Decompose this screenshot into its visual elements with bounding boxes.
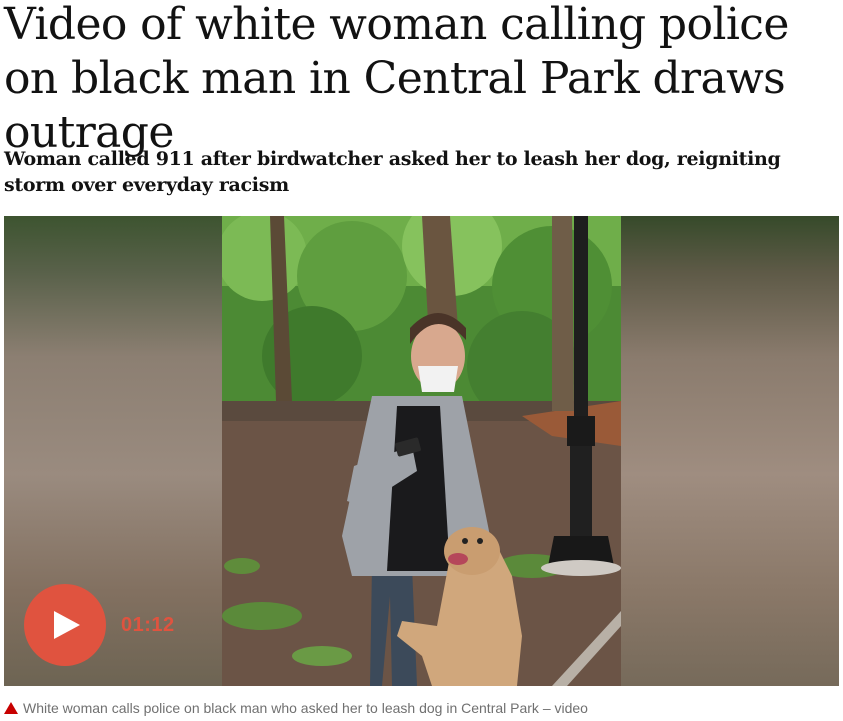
video-duration: 01:12 (121, 614, 175, 636)
video-player[interactable]: 01:12 (4, 216, 839, 686)
headline: Video of white woman calling police on b… (4, 0, 789, 158)
video-frame[interactable] (222, 216, 621, 686)
triangle-icon (4, 702, 18, 714)
play-button[interactable] (24, 584, 106, 666)
video-still (222, 216, 621, 686)
video-blur-right (621, 216, 839, 686)
caption-text: White woman calls police on black man wh… (23, 700, 588, 716)
play-icon (54, 611, 80, 639)
standfirst: Woman called 911 after birdwatcher asked… (4, 148, 781, 196)
caption: White woman calls police on black man wh… (4, 698, 839, 718)
